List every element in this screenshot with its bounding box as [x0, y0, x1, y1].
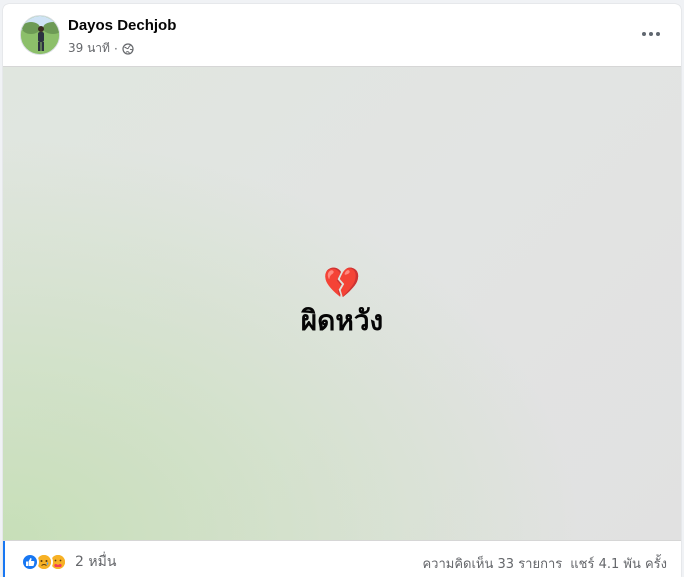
- reaction-count[interactable]: 2 หมื่น: [75, 551, 116, 573]
- avatar-image: [21, 16, 59, 54]
- post-meta: 39 นาที ·: [68, 39, 134, 58]
- post-footer: 2 หมื่น ความคิดเห็น 33 รายการ แชร์ 4.1 พ…: [3, 541, 681, 577]
- more-options-icon[interactable]: [637, 20, 665, 48]
- like-icon: [21, 553, 39, 571]
- author-name[interactable]: Dayos Dechjob: [68, 17, 176, 34]
- broken-heart-icon: 💔: [323, 266, 361, 301]
- meta-separator: ·: [113, 41, 118, 56]
- post-time[interactable]: 39 นาที: [68, 39, 110, 58]
- globe-icon[interactable]: [122, 42, 134, 55]
- post-content: 💔 ผิดหวัง: [3, 267, 681, 341]
- post-message: ผิดหวัง: [300, 304, 384, 337]
- post-background: 💔 ผิดหวัง: [3, 66, 681, 541]
- post-header: Dayos Dechjob 39 นาที ·: [3, 4, 681, 66]
- reactions-summary[interactable]: 2 หมื่น: [21, 551, 116, 573]
- post-stats: ความคิดเห็น 33 รายการ แชร์ 4.1 พัน ครั้ง: [422, 553, 667, 574]
- shares-count[interactable]: แชร์ 4.1 พัน ครั้ง: [570, 553, 667, 574]
- post-card: Dayos Dechjob 39 นาที · 💔 ผิดหวัง 2 หมื่…: [3, 4, 681, 577]
- comments-count[interactable]: ความคิดเห็น 33 รายการ: [422, 553, 562, 574]
- avatar[interactable]: [20, 15, 60, 55]
